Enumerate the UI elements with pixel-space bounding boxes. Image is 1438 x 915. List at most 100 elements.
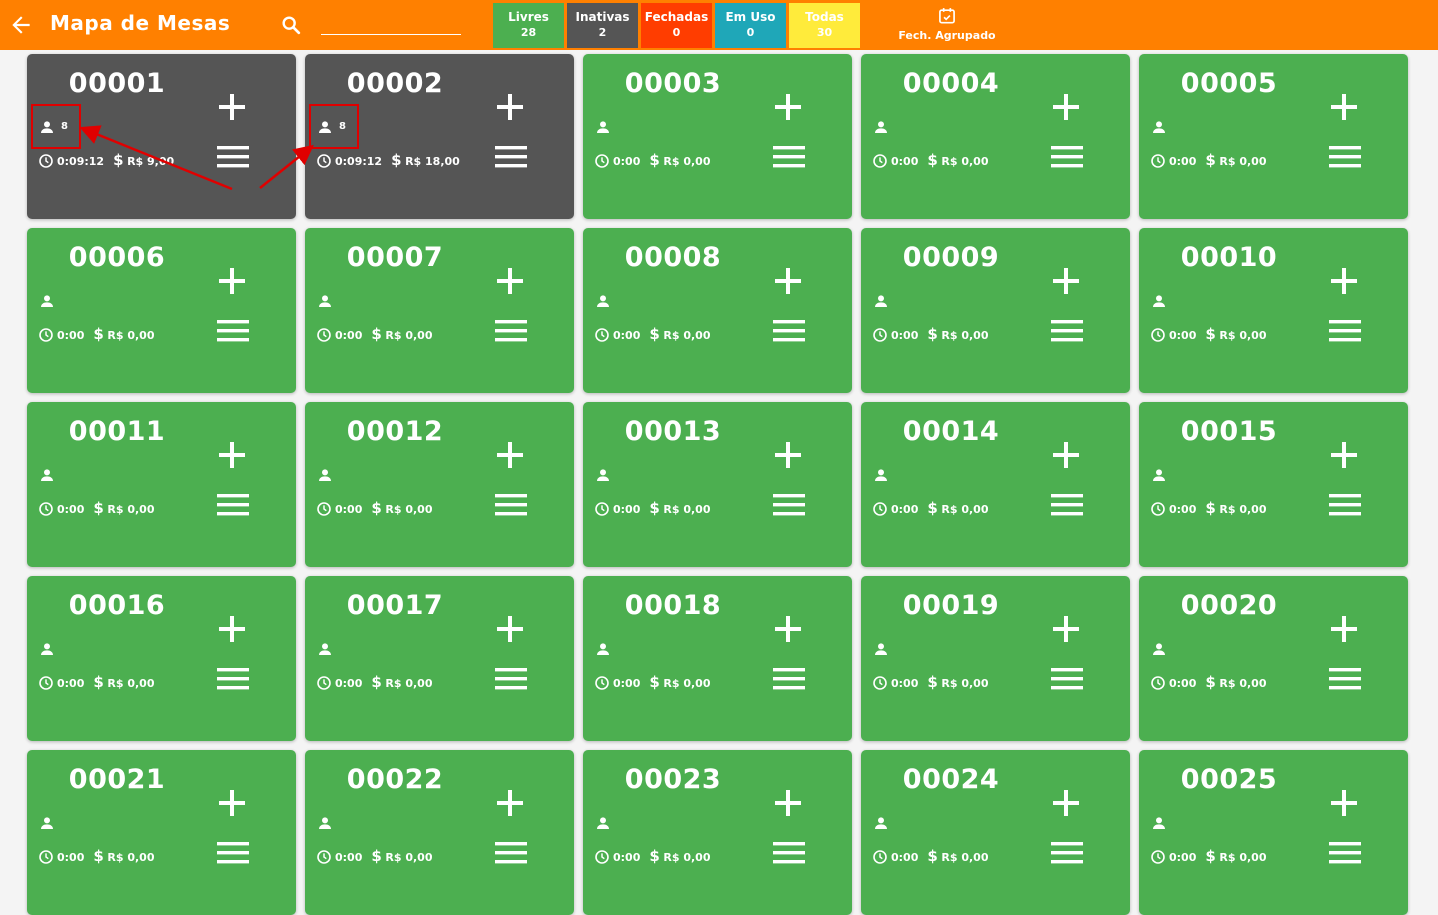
menu-icon[interactable] [773,841,805,865]
plus-icon[interactable] [495,92,525,122]
table-card[interactable]: 00007 0:00 $ R$ 0,00 [305,228,574,393]
filter-em-uso[interactable]: Em Uso 0 [715,3,786,48]
search-icon[interactable] [280,14,302,36]
menu-icon[interactable] [773,319,805,343]
plus-icon[interactable] [1051,440,1081,470]
filter-label: Fechadas [644,10,709,24]
menu-icon[interactable] [1051,841,1083,865]
table-card[interactable]: 00023 0:00 $ R$ 0,00 [583,750,852,915]
menu-icon[interactable] [1329,667,1361,691]
table-card[interactable]: 00010 0:00 $ R$ 0,00 [1139,228,1408,393]
menu-icon[interactable] [773,493,805,517]
clock-icon [39,850,53,864]
menu-icon[interactable] [1329,319,1361,343]
table-card[interactable]: 00002 8 0:09:12 $ R$ 18,00 [305,54,574,219]
table-amount: R$ 0,00 [385,677,433,690]
table-card[interactable]: 00012 0:00 $ R$ 0,00 [305,402,574,567]
plus-icon[interactable] [495,614,525,644]
search-input[interactable] [321,12,461,35]
menu-icon[interactable] [1329,493,1361,517]
menu-icon[interactable] [495,145,527,169]
plus-icon[interactable] [773,614,803,644]
plus-icon[interactable] [217,614,247,644]
table-card[interactable]: 00018 0:00 $ R$ 0,00 [583,576,852,741]
menu-icon[interactable] [495,319,527,343]
menu-icon[interactable] [217,667,249,691]
table-card[interactable]: 00003 0:00 $ R$ 0,00 [583,54,852,219]
menu-icon[interactable] [1051,319,1083,343]
table-card[interactable]: 00021 0:00 $ R$ 0,00 [27,750,296,915]
table-card[interactable]: 00005 0:00 $ R$ 0,00 [1139,54,1408,219]
plus-icon[interactable] [1329,266,1359,296]
plus-icon[interactable] [773,440,803,470]
plus-icon[interactable] [495,440,525,470]
elapsed-time: 0:00 [891,851,919,864]
dollar-icon: $ [649,847,660,865]
menu-icon[interactable] [1051,667,1083,691]
filter-label: Inativas [575,10,630,24]
elapsed-time: 0:00 [57,503,85,516]
plus-icon[interactable] [1329,92,1359,122]
table-amount: R$ 0,00 [385,503,433,516]
table-card[interactable]: 00022 0:00 $ R$ 0,00 [305,750,574,915]
menu-icon[interactable] [495,493,527,517]
menu-icon[interactable] [495,841,527,865]
plus-icon[interactable] [495,788,525,818]
table-amount: R$ 9,00 [127,155,175,168]
plus-icon[interactable] [1051,788,1081,818]
menu-icon[interactable] [217,841,249,865]
table-amount: R$ 0,00 [663,677,711,690]
elapsed-time: 0:00 [335,503,363,516]
plus-icon[interactable] [1329,614,1359,644]
table-card[interactable]: 00014 0:00 $ R$ 0,00 [861,402,1130,567]
plus-icon[interactable] [217,788,247,818]
table-card[interactable]: 00011 0:00 $ R$ 0,00 [27,402,296,567]
table-card[interactable]: 00006 0:00 $ R$ 0,00 [27,228,296,393]
table-card[interactable]: 00017 0:00 $ R$ 0,00 [305,576,574,741]
menu-icon[interactable] [217,493,249,517]
person-icon [875,469,887,481]
plus-icon[interactable] [773,788,803,818]
menu-icon[interactable] [217,145,249,169]
table-card[interactable]: 00025 0:00 $ R$ 0,00 [1139,750,1408,915]
plus-icon[interactable] [495,266,525,296]
menu-icon[interactable] [1051,493,1083,517]
filter-fechadas[interactable]: Fechadas 0 [641,3,712,48]
plus-icon[interactable] [1051,614,1081,644]
menu-icon[interactable] [773,145,805,169]
table-card[interactable]: 00009 0:00 $ R$ 0,00 [861,228,1130,393]
table-card[interactable]: 00016 0:00 $ R$ 0,00 [27,576,296,741]
plus-icon[interactable] [217,266,247,296]
plus-icon[interactable] [217,440,247,470]
filter-inativas[interactable]: Inativas 2 [567,3,638,48]
menu-icon[interactable] [495,667,527,691]
plus-icon[interactable] [1051,92,1081,122]
plus-icon[interactable] [773,92,803,122]
table-card[interactable]: 00024 0:00 $ R$ 0,00 [861,750,1130,915]
menu-icon[interactable] [773,667,805,691]
clock-icon [317,676,331,690]
elapsed-time: 0:00 [1169,155,1197,168]
table-card[interactable]: 00004 0:00 $ R$ 0,00 [861,54,1130,219]
table-amount: R$ 0,00 [385,329,433,342]
table-card[interactable]: 00020 0:00 $ R$ 0,00 [1139,576,1408,741]
menu-icon[interactable] [217,319,249,343]
table-card[interactable]: 00013 0:00 $ R$ 0,00 [583,402,852,567]
filter-livres[interactable]: Livres 28 [493,3,564,48]
plus-icon[interactable] [773,266,803,296]
plus-icon[interactable] [1329,788,1359,818]
menu-icon[interactable] [1329,841,1361,865]
elapsed-time: 0:00 [57,851,85,864]
table-card[interactable]: 00001 8 0:09:12 $ R$ 9,00 [27,54,296,219]
plus-icon[interactable] [217,92,247,122]
table-card[interactable]: 00015 0:00 $ R$ 0,00 [1139,402,1408,567]
table-card[interactable]: 00019 0:00 $ R$ 0,00 [861,576,1130,741]
plus-icon[interactable] [1051,266,1081,296]
table-card[interactable]: 00008 0:00 $ R$ 0,00 [583,228,852,393]
arrow-left-icon[interactable] [8,12,34,38]
plus-icon[interactable] [1329,440,1359,470]
menu-icon[interactable] [1051,145,1083,169]
group-close-button[interactable]: Fech. Agrupado [890,6,1004,48]
filter-todas[interactable]: Todas 30 [789,3,860,48]
menu-icon[interactable] [1329,145,1361,169]
